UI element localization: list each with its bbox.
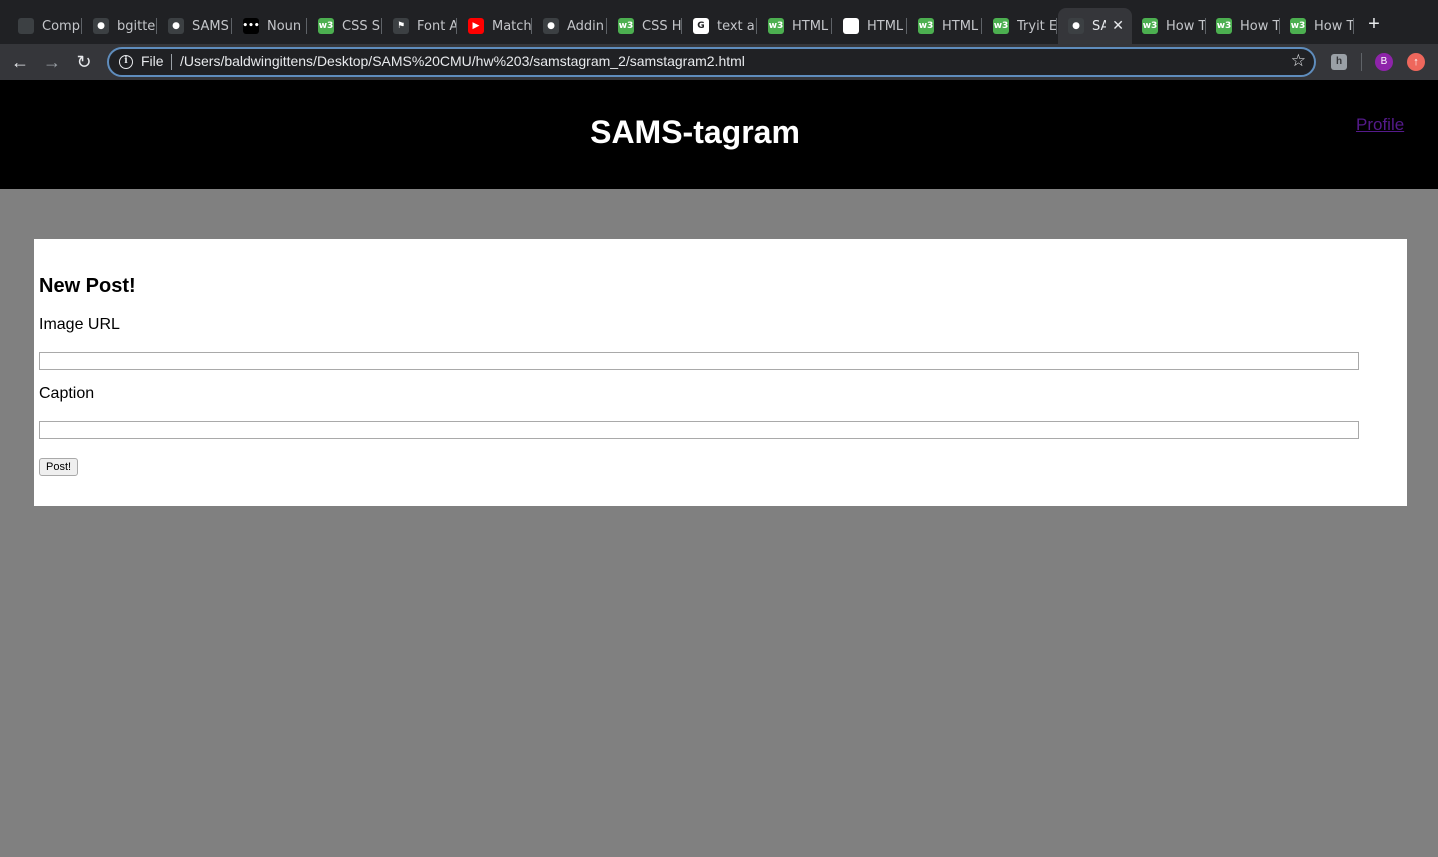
reload-icon[interactable]: ↻ <box>72 50 96 74</box>
github-icon: ● <box>1068 18 1084 34</box>
github-icon: ● <box>543 18 559 34</box>
extension-icon[interactable]: h <box>1331 54 1347 70</box>
tab-title: Noun <box>267 18 302 34</box>
tab-title: Comp <box>42 18 80 34</box>
browser-tab[interactable]: ● bgitte <box>83 8 157 44</box>
browser-tab[interactable]: w3 How T <box>1132 8 1206 44</box>
tab-divider <box>156 18 157 34</box>
w3schools-icon: w3 <box>1142 18 1158 34</box>
tab-title: SAMS <box>192 18 229 34</box>
tab-title: How T <box>1240 18 1280 34</box>
generic-favicon-icon <box>843 18 859 34</box>
new-tab-icon[interactable]: + <box>1364 14 1384 34</box>
tab-title: text al <box>717 18 757 34</box>
browser-tab[interactable]: Comp <box>8 8 82 44</box>
tab-title: Tryit E <box>1017 18 1057 34</box>
address-url[interactable]: /Users/baldwingittens/Desktop/SAMS%20CMU… <box>180 53 745 69</box>
tab-title: bgitte <box>117 18 156 34</box>
browser-tab[interactable]: w3 HTML <box>908 8 982 44</box>
browser-tab[interactable]: w3 HTML <box>758 8 832 44</box>
tab-title: CSS H <box>642 18 682 34</box>
close-tab-icon[interactable]: ✕ <box>1112 18 1124 34</box>
browser-toolbar: ← → ↻ i File /Users/baldwingittens/Deskt… <box>0 44 1438 80</box>
image-url-input[interactable] <box>39 352 1359 370</box>
browser-tab[interactable]: Gtext al <box>683 8 757 44</box>
post-button[interactable]: Post! <box>39 458 79 476</box>
github-icon: ● <box>93 18 109 34</box>
w3schools-icon: w3 <box>1290 18 1306 34</box>
address-divider <box>171 54 172 70</box>
google-icon: G <box>693 18 709 34</box>
tab-divider <box>756 18 757 34</box>
tab-divider <box>306 18 307 34</box>
tab-divider <box>981 18 982 34</box>
browser-tab[interactable]: ● SA ✕ <box>1058 8 1132 44</box>
browser-tab[interactable]: ● Addin <box>533 8 607 44</box>
caption-label: Caption <box>39 385 95 402</box>
browser-tab[interactable]: ▶ Match <box>458 8 532 44</box>
info-icon[interactable]: i <box>119 55 133 69</box>
address-scheme-label: File <box>141 53 164 69</box>
noun-project-icon: ••• <box>242 18 260 34</box>
w3schools-icon: w3 <box>768 18 784 34</box>
browser-tab[interactable]: w3 How T <box>1206 8 1280 44</box>
browser-tab[interactable]: ⚑ Font A <box>383 8 457 44</box>
w3schools-icon: w3 <box>1216 18 1232 34</box>
tab-title: How T <box>1314 18 1354 34</box>
tab-divider <box>381 18 382 34</box>
generic-favicon-icon <box>18 18 34 34</box>
browser-tab-strip: Comp ● bgitte ● SAMS ••• Noun w3 CSS S ⚑ Font A ▶ Ma… <box>0 0 1438 44</box>
profile-avatar[interactable]: B <box>1375 53 1393 71</box>
browser-tab[interactable]: ••• Noun <box>233 8 307 44</box>
new-post-form: New Post! Image URL Caption Post! <box>34 239 1407 506</box>
forward-icon[interactable]: → <box>40 50 64 74</box>
tab-divider <box>906 18 907 34</box>
profile-link[interactable]: Profile <box>1356 115 1404 135</box>
tab-divider <box>531 18 532 34</box>
tab-divider <box>1353 18 1354 34</box>
update-icon[interactable]: ↑ <box>1407 53 1425 71</box>
tab-title: Match <box>492 18 532 34</box>
tab-divider <box>456 18 457 34</box>
tab-title: How T <box>1166 18 1206 34</box>
w3schools-icon: w3 <box>318 18 334 34</box>
tab-title: Addin <box>567 18 605 34</box>
caption-input[interactable] <box>39 421 1359 439</box>
tab-divider <box>606 18 607 34</box>
back-icon[interactable]: ← <box>8 50 32 74</box>
page-viewport: SAMS-tagram Profile New Post! Image URL … <box>0 80 1438 857</box>
browser-tab[interactable]: w3 CSS H <box>608 8 682 44</box>
site-header: SAMS-tagram Profile <box>0 80 1438 189</box>
browser-tab[interactable]: ● SAMS <box>158 8 232 44</box>
image-url-label: Image URL <box>39 316 120 333</box>
tab-divider <box>831 18 832 34</box>
tab-title: HTML <box>942 18 979 34</box>
w3schools-icon: w3 <box>993 18 1009 34</box>
tab-divider <box>81 18 82 34</box>
browser-tab[interactable]: w3 CSS S <box>308 8 382 44</box>
tab-divider <box>681 18 682 34</box>
tab-title: HTML <box>792 18 829 34</box>
bookmark-star-icon[interactable]: ☆ <box>1291 51 1306 71</box>
youtube-icon: ▶ <box>468 18 484 34</box>
browser-tab[interactable]: w3 How T <box>1280 8 1354 44</box>
address-bar[interactable]: i File /Users/baldwingittens/Desktop/SAM… <box>107 47 1316 77</box>
tab-title: Font A <box>417 18 457 34</box>
browser-tab[interactable]: HTML <box>833 8 907 44</box>
toolbar-divider <box>1361 53 1362 71</box>
w3schools-icon: w3 <box>918 18 934 34</box>
github-icon: ● <box>168 18 184 34</box>
form-heading: New Post! <box>39 275 136 297</box>
site-title: SAMS-tagram <box>590 114 800 150</box>
tab-title: SA <box>1092 18 1107 34</box>
tab-divider <box>1056 18 1057 34</box>
tab-title: CSS S <box>342 18 380 34</box>
w3schools-icon: w3 <box>618 18 634 34</box>
tab-title: HTML <box>867 18 904 34</box>
font-awesome-icon: ⚑ <box>393 18 409 34</box>
tab-divider <box>231 18 232 34</box>
browser-tab[interactable]: w3 Tryit E <box>983 8 1057 44</box>
